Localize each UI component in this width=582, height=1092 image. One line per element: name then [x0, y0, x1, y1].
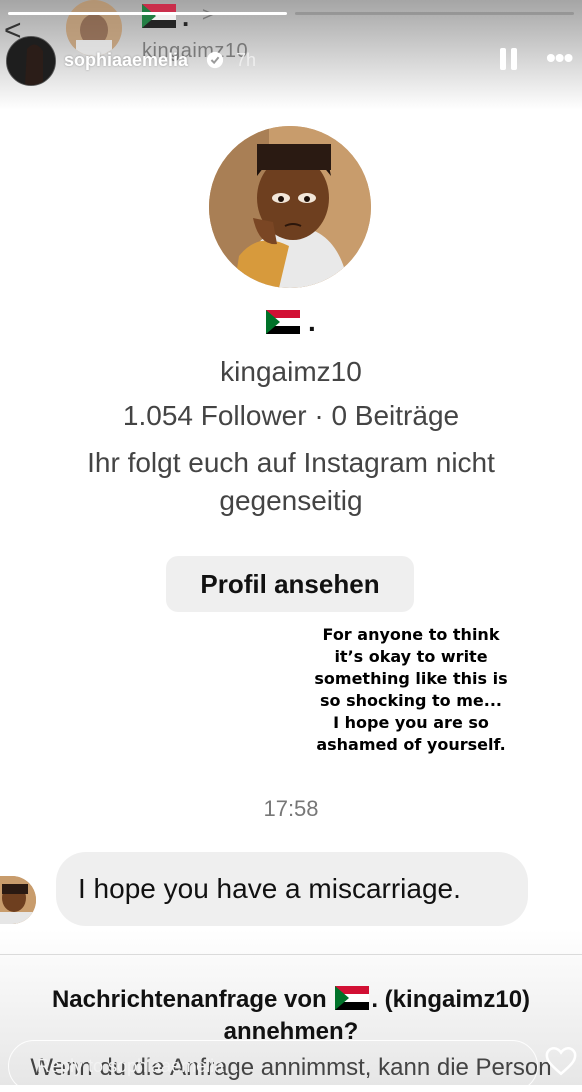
view-profile-button[interactable]: Profil ansehen	[166, 556, 414, 612]
story-time: 7h	[236, 50, 257, 70]
chat-avatar	[66, 0, 122, 56]
caption-line: For anyone to think	[322, 625, 500, 644]
story-progress	[8, 12, 574, 15]
request-title-suffix: . (kingaimz10)	[371, 986, 531, 1013]
message-timestamp: 17:58	[263, 796, 319, 821]
sudan-flag-icon	[142, 4, 176, 28]
caption-line: it’s okay to write	[334, 647, 488, 666]
story-username[interactable]: sophiaaemelia	[64, 50, 188, 71]
reply-input[interactable]	[8, 1040, 538, 1092]
message-text: I hope you have a miscarriage.	[78, 873, 461, 904]
request-title-prefix: Nachrichtenanfrage von	[51, 986, 327, 1013]
verified-icon	[206, 51, 224, 69]
story-caption: For anyone to think it’s okay to write s…	[296, 624, 526, 756]
profile-username: kingaimz10	[220, 356, 362, 387]
progress-segment	[8, 12, 287, 15]
profile-mutual-status: Ihr folgt euch auf Instagram nicht gegen…	[87, 447, 495, 516]
divider	[0, 954, 582, 955]
caption-line: so shocking to me...	[320, 691, 502, 710]
chat-header-dot: .	[182, 2, 190, 32]
sender-avatar	[0, 876, 36, 924]
caption-line: ashamed of yourself.	[316, 735, 506, 754]
story-avatar[interactable]	[6, 36, 56, 86]
sudan-flag-icon	[335, 986, 370, 1010]
progress-segment	[295, 12, 574, 15]
sudan-flag-icon	[266, 310, 300, 334]
heart-icon[interactable]	[544, 1044, 578, 1078]
pause-icon[interactable]	[500, 48, 520, 72]
request-title: Nachrichtenanfrage von . (kingaimz10)	[0, 984, 582, 1016]
caption-line: I hope you are so	[333, 713, 489, 732]
more-icon[interactable]: •••	[546, 42, 573, 74]
profile-dot: .	[308, 306, 316, 337]
profile-stats: 1.054 Follower · 0 Beiträge	[122, 400, 460, 431]
caption-line: something like this is	[314, 669, 508, 688]
chevron-right-icon: >	[202, 4, 214, 26]
profile-picture[interactable]	[209, 126, 371, 288]
message-bubble: I hope you have a miscarriage.	[56, 852, 528, 926]
